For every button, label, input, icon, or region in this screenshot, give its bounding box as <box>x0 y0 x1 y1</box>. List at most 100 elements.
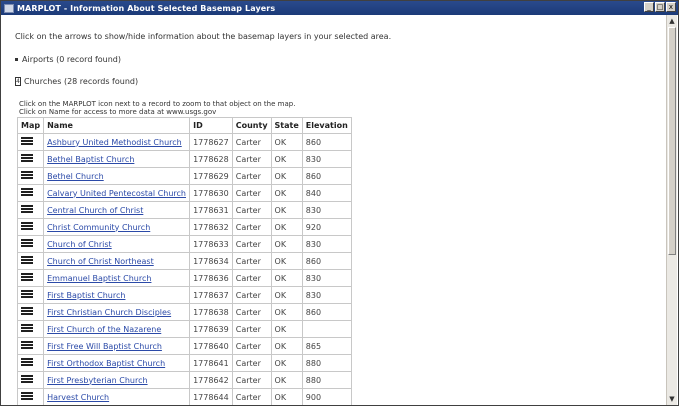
map-zoom-icon[interactable] <box>16 133 45 151</box>
state-cell: OK <box>270 371 303 389</box>
church-name-link[interactable]: Bethel Baptist Church <box>47 155 134 164</box>
church-name-link[interactable]: Ashbury United Methodist Church <box>47 138 182 147</box>
county-cell: Carter <box>231 388 272 405</box>
church-name-link[interactable]: First Christian Church Disciples <box>47 308 171 317</box>
elevation-cell: 860 <box>301 252 352 270</box>
elevation-cell: 860 <box>301 303 352 321</box>
county-cell: Carter <box>231 337 272 355</box>
church-name-link[interactable]: Calvary United Pentecostal Church <box>47 189 186 198</box>
table-row: Harvest Church 1778644 Carter OK 900 <box>16 388 352 405</box>
name-cell: Harvest Church <box>43 388 191 405</box>
church-name-link[interactable]: Emmanuel Baptist Church <box>47 274 151 283</box>
church-name-link[interactable]: First Baptist Church <box>47 291 125 300</box>
state-cell: OK <box>270 184 303 202</box>
name-cell: Church of Christ Northeast <box>43 252 191 270</box>
name-cell: Bethel Baptist Church <box>43 150 191 168</box>
county-cell: Carter <box>231 269 272 287</box>
map-zoom-icon[interactable] <box>16 167 45 185</box>
scroll-up-arrow-icon[interactable]: ▲ <box>668 16 676 26</box>
church-name-link[interactable]: First Church of the Nazarene <box>47 325 161 334</box>
layer-airports[interactable]: Airports (0 record found) <box>15 55 121 64</box>
id-cell: 1778642 <box>189 371 233 389</box>
name-cell: Ashbury United Methodist Church <box>43 133 191 151</box>
state-cell: OK <box>270 201 303 219</box>
elevation-cell: 830 <box>301 201 352 219</box>
state-cell: OK <box>270 337 303 355</box>
table-row: First Free Will Baptist Church 1778640 Car… <box>16 337 352 355</box>
name-cell: Church of Christ <box>43 235 191 253</box>
church-name-link[interactable]: Church of Christ Northeast <box>47 257 154 266</box>
church-name-link[interactable]: Church of Christ <box>47 240 112 249</box>
zoom-note: Click on the MARPLOT icon next to a reco… <box>19 100 296 108</box>
table-row: First Orthodox Baptist Church 1778641 Cart… <box>16 354 352 372</box>
elevation-cell: 840 <box>301 184 352 202</box>
county-cell: Carter <box>231 286 272 304</box>
name-cell: Christ Community Church <box>43 218 191 236</box>
church-name-link[interactable]: Harvest Church <box>47 393 109 402</box>
minimize-button[interactable]: _ <box>644 2 654 12</box>
id-cell: 1778632 <box>189 218 233 236</box>
map-zoom-icon[interactable] <box>16 320 45 338</box>
close-button[interactable]: x <box>666 2 676 12</box>
id-cell: 1778641 <box>189 354 233 372</box>
map-zoom-icon[interactable] <box>16 371 45 389</box>
intro-text: Click on the arrows to show/hide informa… <box>15 32 392 41</box>
table-row: Church of Christ 1778633 Carter OK 830 <box>16 235 352 253</box>
elevation-cell: 830 <box>301 235 352 253</box>
map-zoom-icon[interactable] <box>16 201 45 219</box>
county-cell: Carter <box>231 235 272 253</box>
map-zoom-icon[interactable] <box>16 150 45 168</box>
vertical-scrollbar[interactable]: ▲ ▼ <box>666 15 677 405</box>
elevation-cell: 865 <box>301 337 352 355</box>
church-name-link[interactable]: Christ Community Church <box>47 223 150 232</box>
scroll-thumb[interactable] <box>668 27 676 255</box>
restore-button[interactable]: □ <box>655 2 665 12</box>
layer-churches[interactable]: 4 Churches (28 records found) <box>15 77 138 86</box>
map-zoom-icon[interactable] <box>16 184 45 202</box>
expand-arrow-icon[interactable]: 4 <box>15 77 21 86</box>
id-cell: 1778644 <box>189 388 233 405</box>
table-row: Bethel Baptist Church 1778628 Carter OK 830 <box>16 150 352 168</box>
layer-churches-label: Churches (28 records found) <box>24 77 139 86</box>
bullet-icon <box>15 58 18 61</box>
state-cell: OK <box>270 286 303 304</box>
state-cell: OK <box>270 150 303 168</box>
id-cell: 1778640 <box>189 337 233 355</box>
church-name-link[interactable]: First Presbyterian Church <box>47 376 147 385</box>
name-cell: First Baptist Church <box>43 286 191 304</box>
table-header-row: Map Name ID County State Elevation <box>16 117 352 134</box>
name-cell: First Christian Church Disciples <box>43 303 191 321</box>
state-cell: OK <box>270 269 303 287</box>
table-row: Ashbury United Methodist Church 1778627 Ca… <box>16 133 352 151</box>
map-zoom-icon[interactable] <box>16 388 45 405</box>
map-zoom-icon[interactable] <box>16 218 45 236</box>
elevation-cell: 900 <box>301 388 352 405</box>
church-name-link[interactable]: Bethel Church <box>47 172 104 181</box>
id-cell: 1778634 <box>189 252 233 270</box>
map-zoom-icon[interactable] <box>16 252 45 270</box>
county-cell: Carter <box>231 150 272 168</box>
map-zoom-icon[interactable] <box>16 286 45 304</box>
map-zoom-icon[interactable] <box>16 269 45 287</box>
state-cell: OK <box>270 167 303 185</box>
layer-airports-label: Airports (0 record found) <box>22 55 121 64</box>
elevation-cell <box>301 320 352 338</box>
elevation-cell: 830 <box>301 286 352 304</box>
church-name-link[interactable]: Central Church of Christ <box>47 206 143 215</box>
county-cell: Carter <box>231 167 272 185</box>
col-county: County <box>231 117 272 134</box>
id-cell: 1778636 <box>189 269 233 287</box>
church-name-link[interactable]: First Orthodox Baptist Church <box>47 359 165 368</box>
map-zoom-icon[interactable] <box>16 354 45 372</box>
scroll-down-arrow-icon[interactable]: ▼ <box>668 394 676 404</box>
window-controls: _ □ x <box>644 2 676 12</box>
map-zoom-icon[interactable] <box>16 235 45 253</box>
state-cell: OK <box>270 388 303 405</box>
map-zoom-icon[interactable] <box>16 337 45 355</box>
name-cell: First Church of the Nazarene <box>43 320 191 338</box>
state-cell: OK <box>270 354 303 372</box>
county-cell: Carter <box>231 252 272 270</box>
map-zoom-icon[interactable] <box>16 303 45 321</box>
name-cell: Emmanuel Baptist Church <box>43 269 191 287</box>
church-name-link[interactable]: First Free Will Baptist Church <box>47 342 162 351</box>
